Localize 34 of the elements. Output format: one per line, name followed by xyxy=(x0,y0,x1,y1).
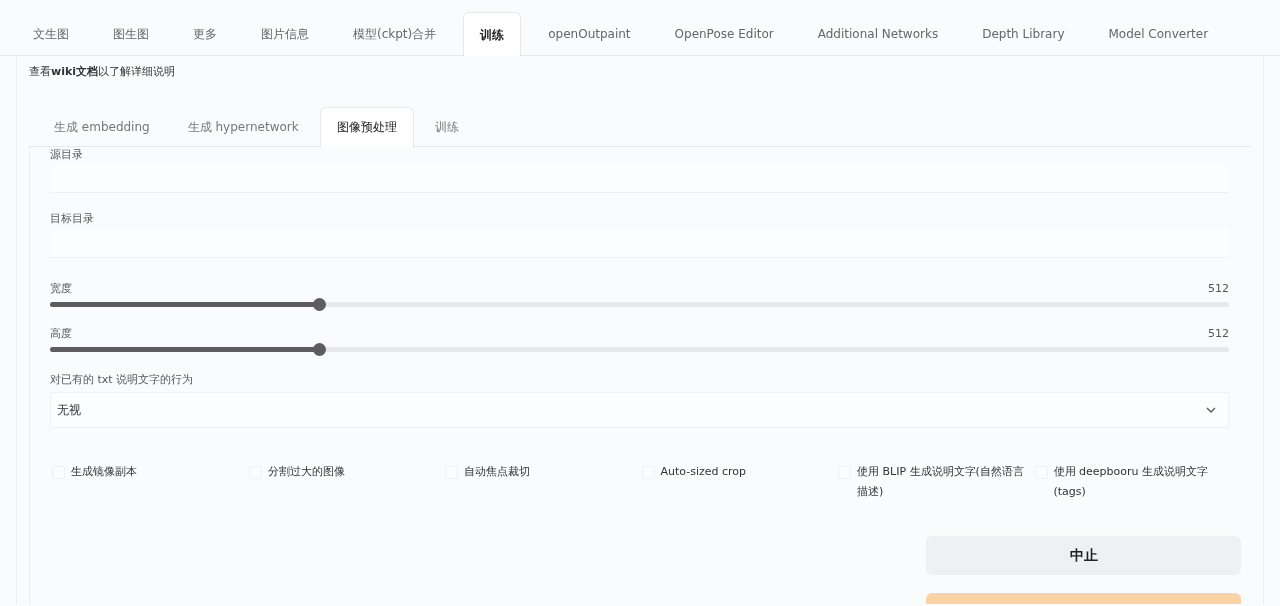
main-tab[interactable]: 图生图 xyxy=(96,12,166,55)
main-tab[interactable]: 训练 xyxy=(463,12,522,56)
main-tab[interactable]: 模型(ckpt)合并 xyxy=(336,12,454,55)
field-label: 目标目录 xyxy=(50,211,95,227)
checkbox-label: 使用 BLIP 生成说明文字(自然语言描述) xyxy=(857,464,1025,500)
checkbox-label: Auto-sized crop xyxy=(660,464,747,480)
main-tab[interactable]: Additional Networks xyxy=(800,12,956,55)
main-tab[interactable]: OpenPose Editor xyxy=(657,12,791,55)
stop-button[interactable]: 中止 xyxy=(926,536,1241,575)
main-tab[interactable]: Model Converter xyxy=(1091,12,1226,55)
slider-handle[interactable] xyxy=(312,342,326,356)
slider-label: 高度 xyxy=(50,326,72,342)
main-tab[interactable]: 更多 xyxy=(176,12,234,55)
main-tab[interactable]: 文生图 xyxy=(16,12,86,55)
main-tab[interactable]: openOutpaint xyxy=(531,12,648,55)
checkbox-label: 自动焦点裁切 xyxy=(464,464,530,480)
checkbox-label: 分割过大的图像 xyxy=(267,464,345,480)
field-label: 源目录 xyxy=(50,146,84,163)
slider-handle[interactable] xyxy=(312,297,326,311)
slider-value: 512 xyxy=(1208,281,1229,297)
sub-tab[interactable]: 生成 hypernetwork xyxy=(170,106,316,146)
slider-label: 宽度 xyxy=(50,281,72,297)
dropdown[interactable]: 无视 xyxy=(50,392,1229,428)
sub-tab[interactable]: 生成 embedding xyxy=(37,106,167,146)
main-tab[interactable]: 图片信息 xyxy=(244,12,326,55)
checkbox-label: 生成镜像副本 xyxy=(71,464,137,480)
sub-tab[interactable]: 训练 xyxy=(417,106,476,146)
help-note: 查看wiki文档以了解详细说明 xyxy=(29,64,177,80)
dropdown-label: 对已有的 txt 说明文字的行为 xyxy=(50,371,195,388)
sub-tab[interactable]: 图像预处理 xyxy=(319,106,414,147)
main-tab[interactable]: Depth Library xyxy=(965,12,1082,55)
slider-value: 512 xyxy=(1208,326,1229,342)
checkbox-label: 使用 deepbooru 生成说明文字(tags) xyxy=(1053,464,1209,500)
chevron-down-icon xyxy=(1206,407,1216,413)
